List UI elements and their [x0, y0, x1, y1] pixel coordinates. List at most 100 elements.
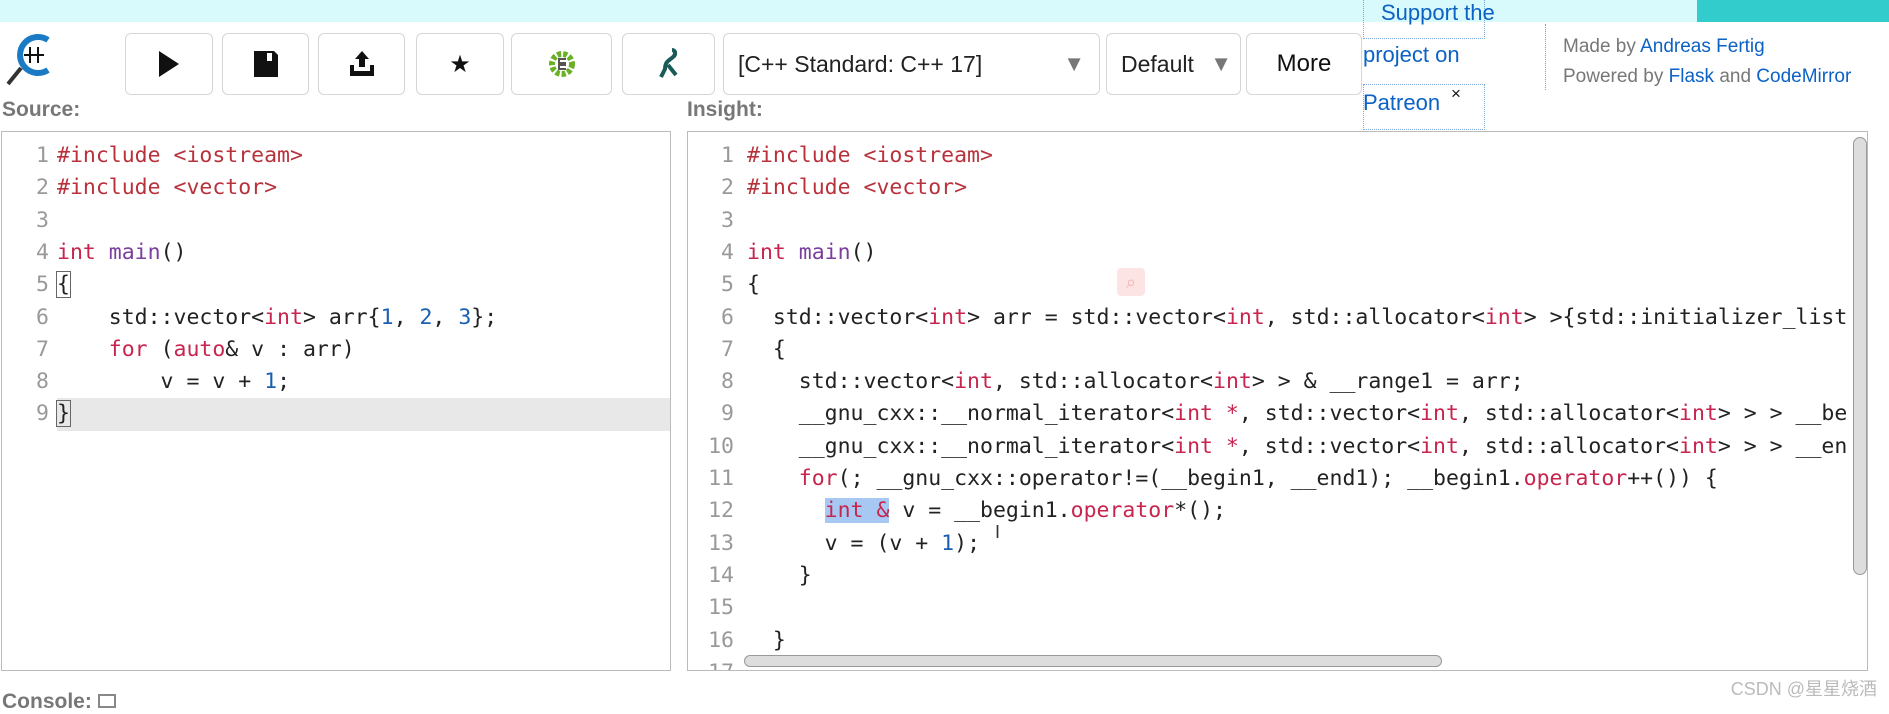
search-icon[interactable]: ⌕	[1117, 268, 1145, 296]
favorite-button[interactable]: ★	[416, 33, 504, 95]
code-token: int	[57, 239, 96, 265]
banner-accent	[1697, 0, 1889, 22]
code-token: , std::vector<	[1238, 401, 1421, 427]
code-token: > > > __be	[1717, 401, 1848, 427]
code-line[interactable]: 9 __gnu_cxx::__normal_iterator<int *, st…	[688, 398, 1867, 430]
code-token: , std::allocator<	[1458, 401, 1680, 427]
code-line[interactable]: 4 int main()	[688, 237, 1867, 269]
code-text: int main()	[747, 237, 876, 269]
code-line[interactable]: 10 __gnu_cxx::__normal_iterator<int *, s…	[688, 431, 1867, 463]
code-token: for	[108, 336, 148, 362]
code-token: std::vector<	[747, 304, 929, 330]
code-line[interactable]: 7 for (auto& v : arr)	[2, 334, 670, 366]
style-value: Default	[1121, 50, 1194, 77]
code-text: #include <vector>	[57, 172, 277, 204]
code-token: for	[798, 466, 838, 491]
patreon-link-line2[interactable]: project on	[1363, 42, 1460, 68]
code-line[interactable]: 1 #include <iostream>	[688, 140, 1867, 172]
code-token: & v : arr)	[225, 336, 355, 362]
quick-bench-button[interactable]	[622, 33, 715, 95]
code-token: );	[954, 530, 981, 556]
line-number: 8	[36, 369, 49, 395]
code-line[interactable]: 1 #include <iostream>	[2, 140, 670, 172]
code-line[interactable]: 14 }	[688, 560, 1867, 592]
code-text: #include <iostream>	[57, 140, 303, 172]
credits: Made by Andreas Fertig Powered by Flask …	[1563, 32, 1851, 92]
code-line[interactable]: 8 v = v + 1;	[2, 366, 670, 398]
code-text: #include <vector>	[747, 172, 967, 204]
line-number: 5	[36, 272, 49, 298]
code-text: for(; __gnu_cxx::operator!=(__begin1, __…	[747, 463, 1718, 495]
code-line[interactable]: 2 #include <vector>	[688, 172, 1867, 204]
code-token: 1	[264, 369, 278, 395]
horizontal-scrollbar[interactable]	[744, 655, 1442, 667]
vertical-scrollbar[interactable]	[1853, 137, 1867, 575]
powered-by-text: Powered by	[1563, 66, 1664, 87]
style-select[interactable]: Default ▼	[1106, 33, 1241, 95]
line-number: 4	[721, 239, 734, 265]
code-token: #include <iostream>	[57, 143, 303, 168]
code-line[interactable]: 4 int main()	[2, 237, 670, 269]
code-text: {	[56, 269, 71, 301]
save-button[interactable]	[222, 33, 309, 95]
console-toggle-icon[interactable]	[97, 694, 116, 708]
code-token: }	[747, 627, 786, 653]
code-token: operator	[1523, 466, 1628, 491]
insight-editor[interactable]: 1 #include <iostream> 2 #include <vector> 3 4…	[687, 131, 1868, 671]
code-token: (; __gnu_cxx::operator!=(__begin1, __end…	[837, 466, 1524, 491]
patreon-link-line3[interactable]: Patreon	[1363, 90, 1440, 116]
code-line[interactable]: 6 std::vector<int> arr = std::vector<int…	[688, 302, 1867, 334]
compiler-explorer-button[interactable]	[511, 33, 612, 95]
code-line[interactable]: 5{	[2, 269, 670, 301]
code-line[interactable]: 16 }	[688, 625, 1867, 657]
code-text: v = v + 1;	[57, 366, 290, 398]
line-number: 8	[721, 369, 734, 395]
code-line[interactable]: 13 v = (v + 1);	[688, 528, 1867, 560]
code-token: #include <iostream>	[747, 143, 993, 168]
divider	[1545, 24, 1546, 90]
flask-link[interactable]: Flask	[1669, 66, 1714, 87]
code-token: }	[747, 562, 812, 588]
close-icon[interactable]: ×	[1451, 84, 1461, 104]
code-text: int main()	[57, 237, 186, 269]
more-button[interactable]: More	[1246, 33, 1362, 95]
code-line[interactable]: 8 std::vector<int, std::allocator<int> >…	[688, 366, 1867, 398]
code-token: operator	[1070, 498, 1175, 524]
author-link[interactable]: Andreas Fertig	[1640, 36, 1765, 57]
code-token: auto	[173, 336, 226, 362]
floppy-disk-icon	[253, 51, 278, 77]
code-line[interactable]: 9}	[2, 398, 670, 431]
line-number: 7	[721, 336, 734, 362]
code-token: , std::allocator<	[1458, 433, 1680, 459]
code-line[interactable]: 15	[688, 592, 1867, 624]
code-line[interactable]: 6 std::vector<int> arr{1, 2, 3};	[2, 302, 670, 334]
code-line[interactable]: 3	[688, 205, 1867, 237]
line-number: 9	[721, 401, 734, 427]
code-token: int	[1484, 304, 1524, 330]
code-line[interactable]: 11 for(; __gnu_cxx::operator!=(__begin1,…	[688, 463, 1867, 495]
code-line[interactable]: 2 #include <vector>	[2, 172, 670, 204]
run-button[interactable]	[125, 33, 213, 95]
cpp-insights-logo-icon[interactable]	[4, 28, 64, 88]
code-token: int	[1420, 433, 1459, 459]
console-label: Console:	[2, 690, 116, 714]
code-token: __gnu_cxx::__normal_iterator<	[747, 433, 1175, 459]
code-token: (	[147, 336, 174, 362]
source-editor[interactable]: 1 #include <iostream> 2 #include <vector> 3 4…	[1, 131, 671, 671]
code-line[interactable]: 12 int & v = __begin1.operator*();	[688, 495, 1867, 527]
upload-button[interactable]	[318, 33, 405, 95]
code-line[interactable]: 3	[2, 205, 670, 237]
cpp-standard-select[interactable]: [C++ Standard: C++ 17] ▼	[723, 33, 1100, 95]
code-text: __gnu_cxx::__normal_iterator<int *, std:…	[747, 431, 1848, 463]
patreon-link-line1[interactable]: Support the	[1381, 0, 1495, 26]
code-text: }	[747, 560, 812, 592]
chevron-down-icon: ▼	[1063, 51, 1085, 76]
code-token: *();	[1174, 498, 1226, 524]
code-line[interactable]: 7 {	[688, 334, 1867, 366]
code-line[interactable]: 5{	[688, 269, 1867, 301]
codemirror-link[interactable]: CodeMirror	[1756, 66, 1851, 87]
